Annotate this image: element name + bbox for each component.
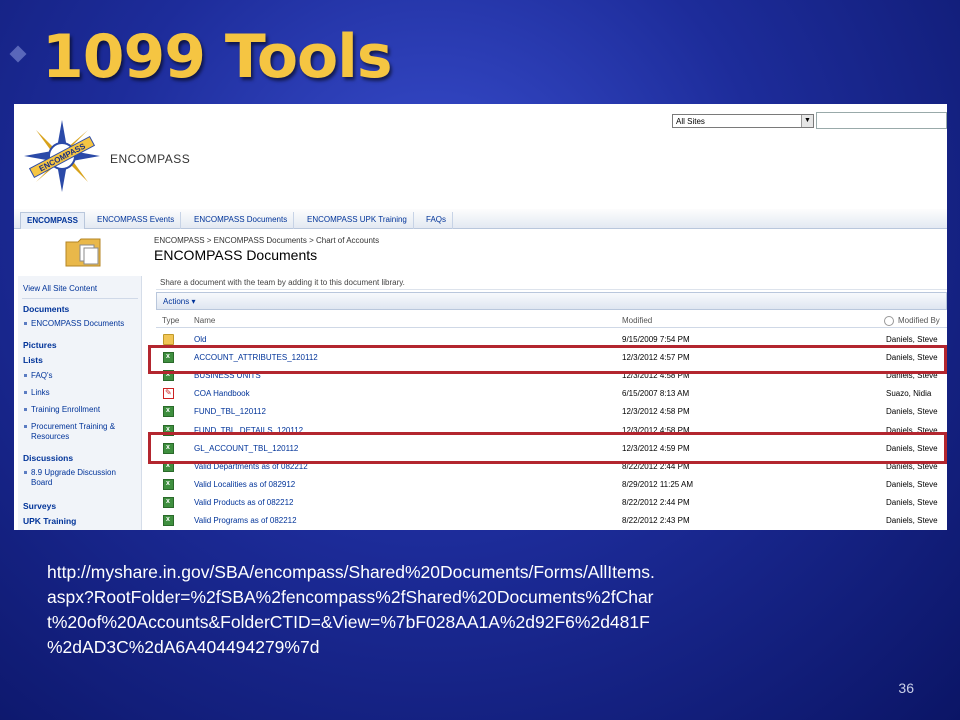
slide-title: 1099 Tools [42,22,393,92]
modified-date: 8/29/2012 11:25 AM [622,479,694,489]
modified-by[interactable]: Daniels, Steve [886,407,938,416]
modified-date: 9/15/2009 7:54 PM [622,335,690,344]
divider [22,298,138,299]
document-name-link[interactable]: COA Handbook [194,389,250,398]
table-row[interactable]: Valid Programs as of 082212 8/22/2012 2:4… [156,512,947,529]
bullet-icon [24,374,27,377]
document-name-link[interactable]: Valid Products as of 082212 [194,498,293,507]
column-modified-by[interactable]: Modified By [898,316,940,325]
bullet-icon [24,322,27,325]
table-row[interactable]: FUND_TBL_120112 12/3/2012 4:58 PM Daniels,… [156,403,947,420]
search-scope-select[interactable]: All Sites ▼ [672,114,814,128]
excel-icon [163,406,174,418]
sidebar-head-upk-training[interactable]: UPK Training [23,516,76,526]
sidebar-head-discussions[interactable]: Discussions [23,453,73,463]
library-description: Share a document with the team by adding… [156,276,947,290]
list-column-headers: Type Name Modified Modified By [156,314,947,328]
sharepoint-screenshot: ENCOMPASS ENCOMPASS All Sites ▼ ENCOMPAS… [14,104,947,530]
modified-by[interactable]: Daniels, Steve [886,498,938,507]
highlight-box [148,345,947,374]
url-line: aspx?RootFolder=%2fSBA%2fencompass%2fSha… [47,587,654,607]
slide-bullet-decoration [9,45,27,63]
modified-by[interactable]: Daniels, Steve [886,480,938,489]
view-all-site-content-link[interactable]: View All Site Content [23,284,97,293]
url-line: %2dAD3C%2dA6A404494279%7d [47,637,320,657]
page-number: 36 [898,680,914,696]
excel-icon [163,478,174,490]
document-name-link[interactable]: Old [194,335,206,344]
quick-launch-sidebar: View All Site Content Documents ENCOMPAS… [18,276,142,530]
table-row[interactable]: Valid Localities as of 082912 8/29/2012 1… [156,476,947,493]
modified-date: 12/3/2012 4:58 PM [622,407,690,417]
chevron-down-icon[interactable]: ▼ [801,115,813,127]
breadcrumb[interactable]: ENCOMPASS > ENCOMPASS Documents > Chart … [154,236,379,245]
tab-encompass-events[interactable]: ENCOMPASS Events [91,212,182,229]
excel-icon [163,496,174,508]
modified-date: 8/22/2012 2:44 PM [622,497,690,507]
encompass-logo: ENCOMPASS [24,120,100,192]
site-name: ENCOMPASS [110,152,191,166]
sidebar-item-training-enrollment[interactable]: Training Enrollment [31,405,100,414]
column-type[interactable]: Type [162,316,179,325]
search-scope-value: All Sites [676,117,705,126]
bullet-icon [24,408,27,411]
document-name-link[interactable]: Valid Programs as of 082212 [194,516,297,525]
page-title: ENCOMPASS Documents [154,247,318,263]
table-row[interactable]: COA Handbook 6/15/2007 8:13 AM Suazo, Nidi… [156,385,947,402]
sidebar-item-links[interactable]: Links [31,388,50,397]
column-modified[interactable]: Modified [622,316,652,325]
folder-icon [163,334,174,345]
sidebar-item-upgrade-discussion-board[interactable]: 8.9 Upgrade Discussion Board [31,468,139,488]
url-line: http://myshare.in.gov/SBA/encompass/Shar… [47,562,655,582]
sidebar-item-faqs[interactable]: FAQ's [31,371,53,380]
sidebar-item-encompass-documents[interactable]: ENCOMPASS Documents [31,319,124,328]
modified-by[interactable]: Suazo, Nidia [886,389,931,398]
table-row[interactable]: Valid Products as of 082212 8/22/2012 2:4… [156,494,947,511]
tab-encompass-documents[interactable]: ENCOMPASS Documents [188,212,295,229]
pdf-icon [163,388,174,400]
modified-date: 6/15/2007 8:13 AM [622,389,690,399]
actions-menu-button[interactable]: Actions ▾ [163,297,195,306]
tab-encompass[interactable]: ENCOMPASS [20,212,85,229]
modified-date: 8/22/2012 2:43 PM [622,516,690,525]
top-navigation: ENCOMPASS ENCOMPASS Events ENCOMPASS Doc… [14,209,947,229]
sidebar-item-procurement-training[interactable]: Procurement Training & Resources [31,422,139,442]
modified-by[interactable]: Daniels, Steve [886,335,938,344]
search-input[interactable] [816,112,947,129]
url-text: http://myshare.in.gov/SBA/encompass/Shar… [47,560,907,660]
bullet-icon [24,391,27,394]
modified-by[interactable]: Daniels, Steve [886,516,938,525]
tab-faqs[interactable]: FAQs [420,212,454,229]
url-line: t%20of%20Accounts&FolderCTID=&View=%7bF0… [47,612,650,632]
bullet-icon [24,471,27,474]
highlight-box [148,432,947,464]
tab-encompass-upk-training[interactable]: ENCOMPASS UPK Training [301,212,414,229]
site-header: ENCOMPASS ENCOMPASS All Sites ▼ [14,104,947,208]
sidebar-head-pictures[interactable]: Pictures [23,340,57,350]
document-library-icon [65,238,101,267]
document-name-link[interactable]: Valid Localities as of 082912 [194,480,295,489]
actions-toolbar: Actions ▾ [156,292,947,310]
column-name[interactable]: Name [194,316,215,325]
excel-icon [163,515,174,526]
document-name-link[interactable]: FUND_TBL_120112 [194,407,266,416]
sidebar-head-documents[interactable]: Documents [23,304,69,314]
sidebar-head-surveys[interactable]: Surveys [23,501,56,511]
sidebar-head-lists[interactable]: Lists [23,355,43,365]
clock-icon [884,316,894,326]
bullet-icon [24,425,27,428]
